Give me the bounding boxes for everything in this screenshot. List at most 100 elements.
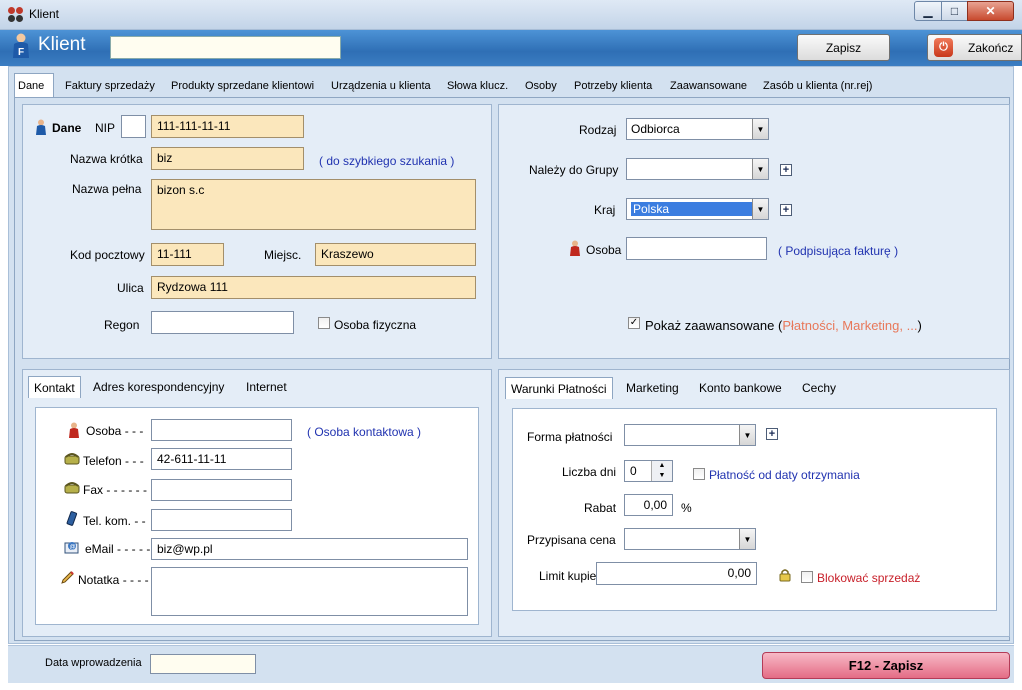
tab-slowa[interactable]: Słowa klucz. (444, 75, 511, 97)
tab-faktury[interactable]: Faktury sprzedaży (62, 75, 158, 97)
full-name-input[interactable]: bizon s.c (151, 179, 476, 230)
email-label: eMail - - - - - (85, 542, 151, 556)
block-sales-checkbox[interactable] (801, 571, 813, 583)
contact-person-input[interactable] (151, 419, 292, 441)
group-select[interactable]: ▼ (626, 158, 769, 180)
save-button[interactable]: Zapisz (797, 34, 890, 61)
tab-potrzeby[interactable]: Potrzeby klienta (571, 75, 655, 97)
show-advanced-detail: Płatności, Marketing, ... (782, 318, 918, 333)
chevron-down-icon: ▼ (739, 425, 755, 445)
close-button[interactable]: ✕ (967, 1, 1014, 21)
tab-zaawansowane[interactable]: Zaawansowane (667, 75, 750, 97)
email-input[interactable]: biz@wp.pl (151, 538, 468, 560)
tab-osoby[interactable]: Osoby (522, 75, 560, 97)
maximize-button[interactable]: □ (941, 1, 968, 21)
client-icon: F (10, 33, 32, 59)
contact-person-icon (68, 422, 80, 438)
subtab-marketing[interactable]: Marketing (621, 377, 684, 399)
chevron-down-icon: ▼ (752, 199, 768, 219)
country-value: Polska (631, 202, 752, 216)
short-name-hint: ( do szybkiego szukania ) (319, 154, 455, 168)
search-input[interactable] (110, 36, 341, 59)
postal-code-input[interactable]: 11-111 (151, 243, 224, 266)
mobile-input[interactable] (151, 509, 292, 531)
entry-date-input[interactable] (150, 654, 256, 674)
days-stepper[interactable]: ▲ ▼ (651, 461, 672, 481)
fax-label: Fax - - - - - - (83, 483, 147, 497)
natural-person-checkbox[interactable] (318, 317, 330, 329)
add-group-button[interactable]: + (780, 164, 792, 176)
nip-prefix-input[interactable] (121, 115, 146, 138)
tab-label: Adres korespondencyjny (93, 380, 225, 394)
discount-input[interactable]: 0,00 (624, 494, 673, 516)
subtab-correspondence[interactable]: Adres korespondencyjny (88, 376, 229, 398)
email-icon: @ (64, 540, 80, 554)
tab-label: Warunki Płatności (511, 381, 607, 396)
credit-limit-input[interactable]: 0,00 (596, 562, 757, 585)
tab-label: Zaawansowane (670, 80, 748, 92)
f12-save-button[interactable]: F12 - Zapisz (762, 652, 1010, 679)
chevron-down-icon: ▼ (752, 119, 768, 139)
show-advanced-text: Pokaż zaawansowane (645, 318, 775, 333)
note-input[interactable] (151, 567, 468, 616)
type-select[interactable]: Odbiorca ▼ (626, 118, 769, 140)
person-input[interactable] (626, 237, 767, 260)
end-label: Zakończ (968, 41, 1014, 55)
city-input[interactable]: Kraszewo (315, 243, 476, 266)
title-bar: Klient ▁ □ ✕ (0, 0, 1022, 30)
show-advanced-checkbox[interactable]: ✓ (628, 317, 640, 329)
add-payment-form-button[interactable]: + (766, 428, 778, 440)
country-select[interactable]: Polska ▼ (626, 198, 769, 220)
payment-form-select[interactable]: ▼ (624, 424, 756, 446)
app-icon (8, 7, 24, 23)
phone-input[interactable]: 42-611-11-11 (151, 448, 292, 470)
tab-label: Produkty sprzedane klientowi (171, 80, 315, 92)
tab-produkty[interactable]: Produkty sprzedane klientowi (168, 75, 317, 97)
subtab-internet[interactable]: Internet (241, 376, 292, 398)
nip-input[interactable]: 111-111-11-11 (151, 115, 304, 138)
subtab-bank-account[interactable]: Konto bankowe (694, 377, 787, 399)
days-value: 0 (630, 464, 637, 478)
minimize-button[interactable]: ▁ (914, 1, 942, 21)
subtab-payment[interactable]: Warunki Płatności (505, 377, 613, 399)
full-name-label: Nazwa pełna (72, 182, 142, 196)
end-button[interactable]: ⏻ Zakończ (927, 34, 1022, 61)
street-input[interactable]: Rydzowa 111 (151, 276, 476, 299)
tab-label: Internet (246, 380, 287, 394)
short-name-input[interactable]: biz (151, 147, 304, 170)
tab-label: Konto bankowe (699, 381, 782, 395)
mobile-label: Tel. kom. - - (83, 514, 146, 528)
tab-label: Zasób u klienta (nr.rej) (763, 80, 873, 92)
group-label: Należy do Grupy (529, 163, 619, 177)
svg-text:@: @ (70, 545, 76, 551)
power-icon: ⏻ (934, 38, 953, 57)
payment-form-label: Forma płatności (527, 430, 613, 444)
subtab-contact[interactable]: Kontakt (28, 376, 81, 398)
paren-close: ) (917, 318, 922, 333)
add-country-button[interactable]: + (780, 204, 792, 216)
check-icon: ✓ (629, 317, 639, 328)
tab-label: Słowa klucz. (447, 80, 509, 92)
plus-icon: + (782, 204, 790, 216)
street-label: Ulica (117, 281, 144, 295)
days-label: Liczba dni (562, 465, 617, 479)
natural-person-label: Osoba fizyczna (334, 318, 417, 332)
discount-label: Rabat (584, 501, 617, 515)
city-label: Miejsc. (264, 248, 302, 262)
maximize-icon: □ (950, 4, 959, 18)
from-receipt-checkbox[interactable] (693, 468, 705, 480)
tab-urzadzenia[interactable]: Urządzenia u klienta (328, 75, 434, 97)
subtab-features[interactable]: Cechy (797, 377, 841, 399)
price-label: Przypisana cena (527, 533, 616, 547)
chevron-down-icon: ▼ (658, 472, 666, 479)
page-title: Klient (38, 34, 86, 55)
nip-label: NIP (95, 121, 116, 135)
tab-zasob[interactable]: Zasób u klienta (nr.rej) (760, 75, 875, 97)
tab-dane[interactable]: Dane (14, 73, 54, 98)
fax-icon (64, 482, 80, 494)
fax-input[interactable] (151, 479, 292, 501)
person-label: Osoba (586, 243, 622, 257)
regon-input[interactable] (151, 311, 294, 334)
mobile-icon (66, 511, 78, 526)
price-select[interactable]: ▼ (624, 528, 756, 550)
